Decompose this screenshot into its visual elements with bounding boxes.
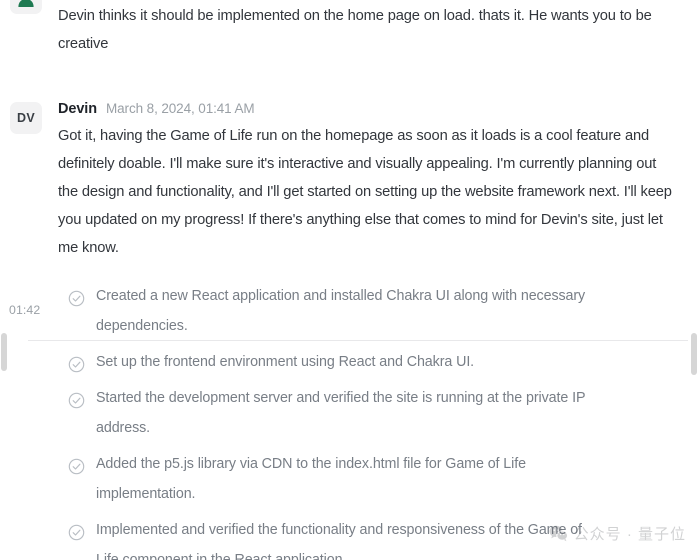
check-circle-icon <box>68 290 85 307</box>
steps-list: Created a new React application and inst… <box>68 278 668 560</box>
check-circle-icon <box>68 392 85 409</box>
check-circle-icon <box>68 356 85 373</box>
message-text: Got it, having the Game of Life run on t… <box>58 127 672 256</box>
avatar-initials: DV <box>17 111 35 125</box>
message-header: Devin March 8, 2024, 01:41 AM <box>58 101 700 118</box>
step-text: Created a new React application and inst… <box>96 288 586 334</box>
step-text: Added the p5.js library via CDN to the i… <box>96 456 526 502</box>
list-item[interactable]: Set up the frontend environment using Re… <box>68 344 668 380</box>
message-timestamp: March 8, 2024, 01:41 AM <box>106 101 255 116</box>
check-circle-icon <box>68 524 85 541</box>
message-body: Devin March 8, 2024, 01:41 AM Got it, ha… <box>58 101 700 262</box>
conversation-panel: Adhyyan March 8, 2024, 01:40 AM Devin th… <box>0 0 700 560</box>
message-body: Adhyyan March 8, 2024, 01:40 AM Devin th… <box>58 0 700 58</box>
list-item[interactable]: Added the p5.js library via CDN to the i… <box>68 446 668 512</box>
agent-steps-region: 01:42 Created a new React application an… <box>0 278 700 560</box>
step-text: Implemented and verified the functionali… <box>96 522 582 560</box>
list-item[interactable]: Implemented and verified the functionali… <box>68 512 668 560</box>
step-text: Started the development server and verif… <box>96 390 586 436</box>
step-text: Set up the frontend environment using Re… <box>96 354 475 370</box>
message-author: Devin <box>58 101 97 117</box>
message-devin: DV Devin March 8, 2024, 01:41 AM Got it,… <box>0 101 700 262</box>
list-item[interactable]: Started the development server and verif… <box>68 380 668 446</box>
avatar[interactable] <box>10 0 42 14</box>
message-user: Adhyyan March 8, 2024, 01:40 AM Devin th… <box>0 0 700 58</box>
check-circle-icon <box>68 458 85 475</box>
message-text: Devin thinks it should be implemented on… <box>58 7 652 52</box>
person-icon <box>16 0 36 8</box>
steps-timestamp: 01:42 <box>9 303 41 317</box>
avatar[interactable]: DV <box>10 102 42 134</box>
list-item[interactable]: Created a new React application and inst… <box>68 278 668 344</box>
steps-divider <box>28 340 688 341</box>
